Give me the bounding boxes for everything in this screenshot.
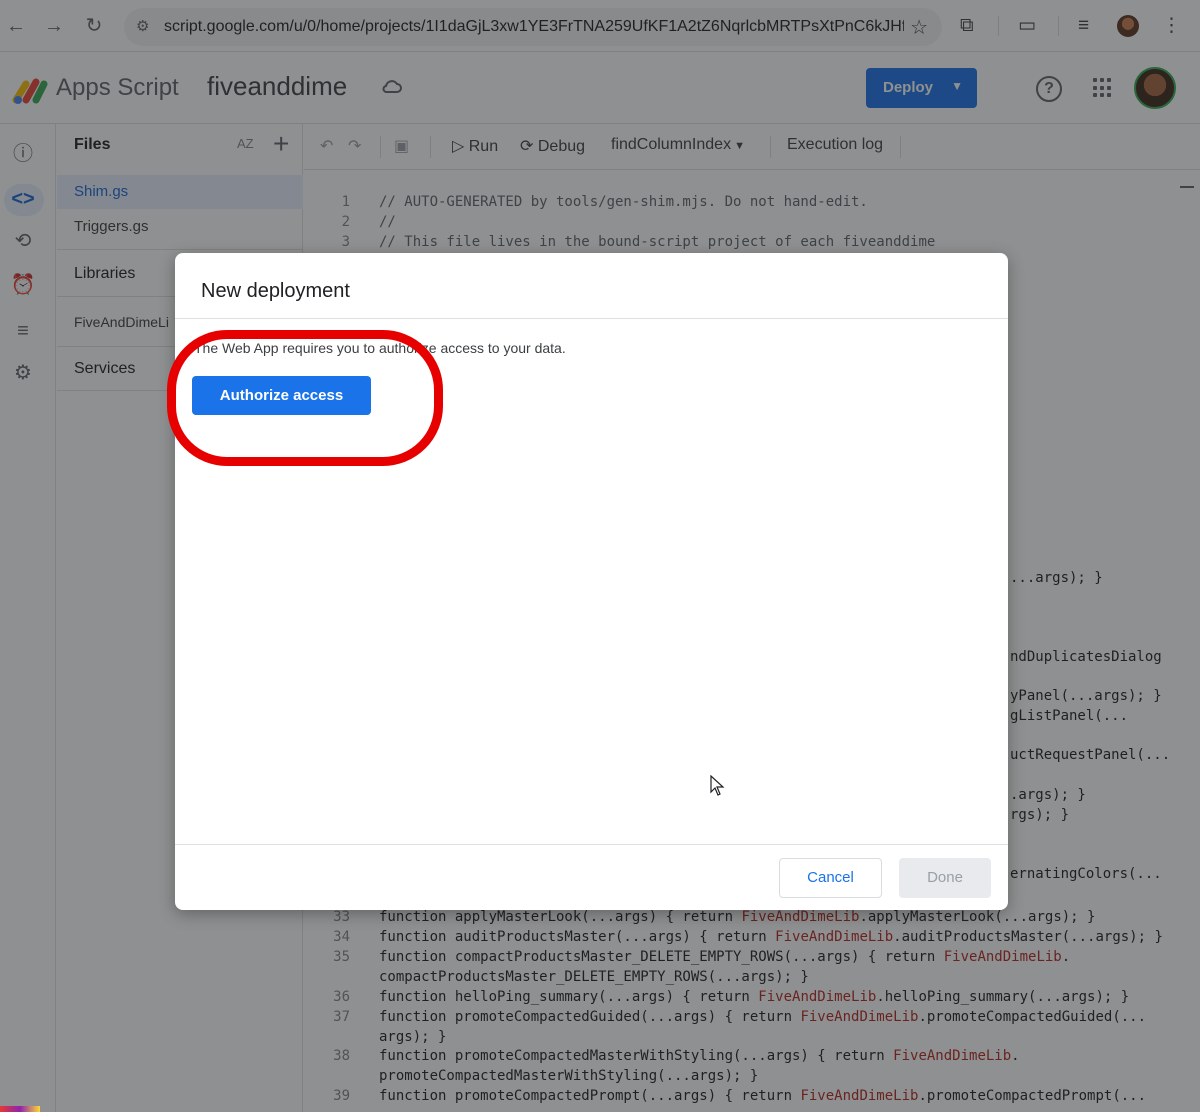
taskbar-strip	[0, 1106, 40, 1112]
dialog-divider	[175, 844, 1008, 845]
dialog-divider	[175, 318, 1008, 319]
done-button: Done	[899, 858, 991, 898]
cancel-button[interactable]: Cancel	[779, 858, 882, 898]
annotation-highlight-ring	[167, 330, 443, 466]
dialog-title: New deployment	[201, 280, 350, 302]
mouse-cursor-icon	[710, 775, 725, 796]
